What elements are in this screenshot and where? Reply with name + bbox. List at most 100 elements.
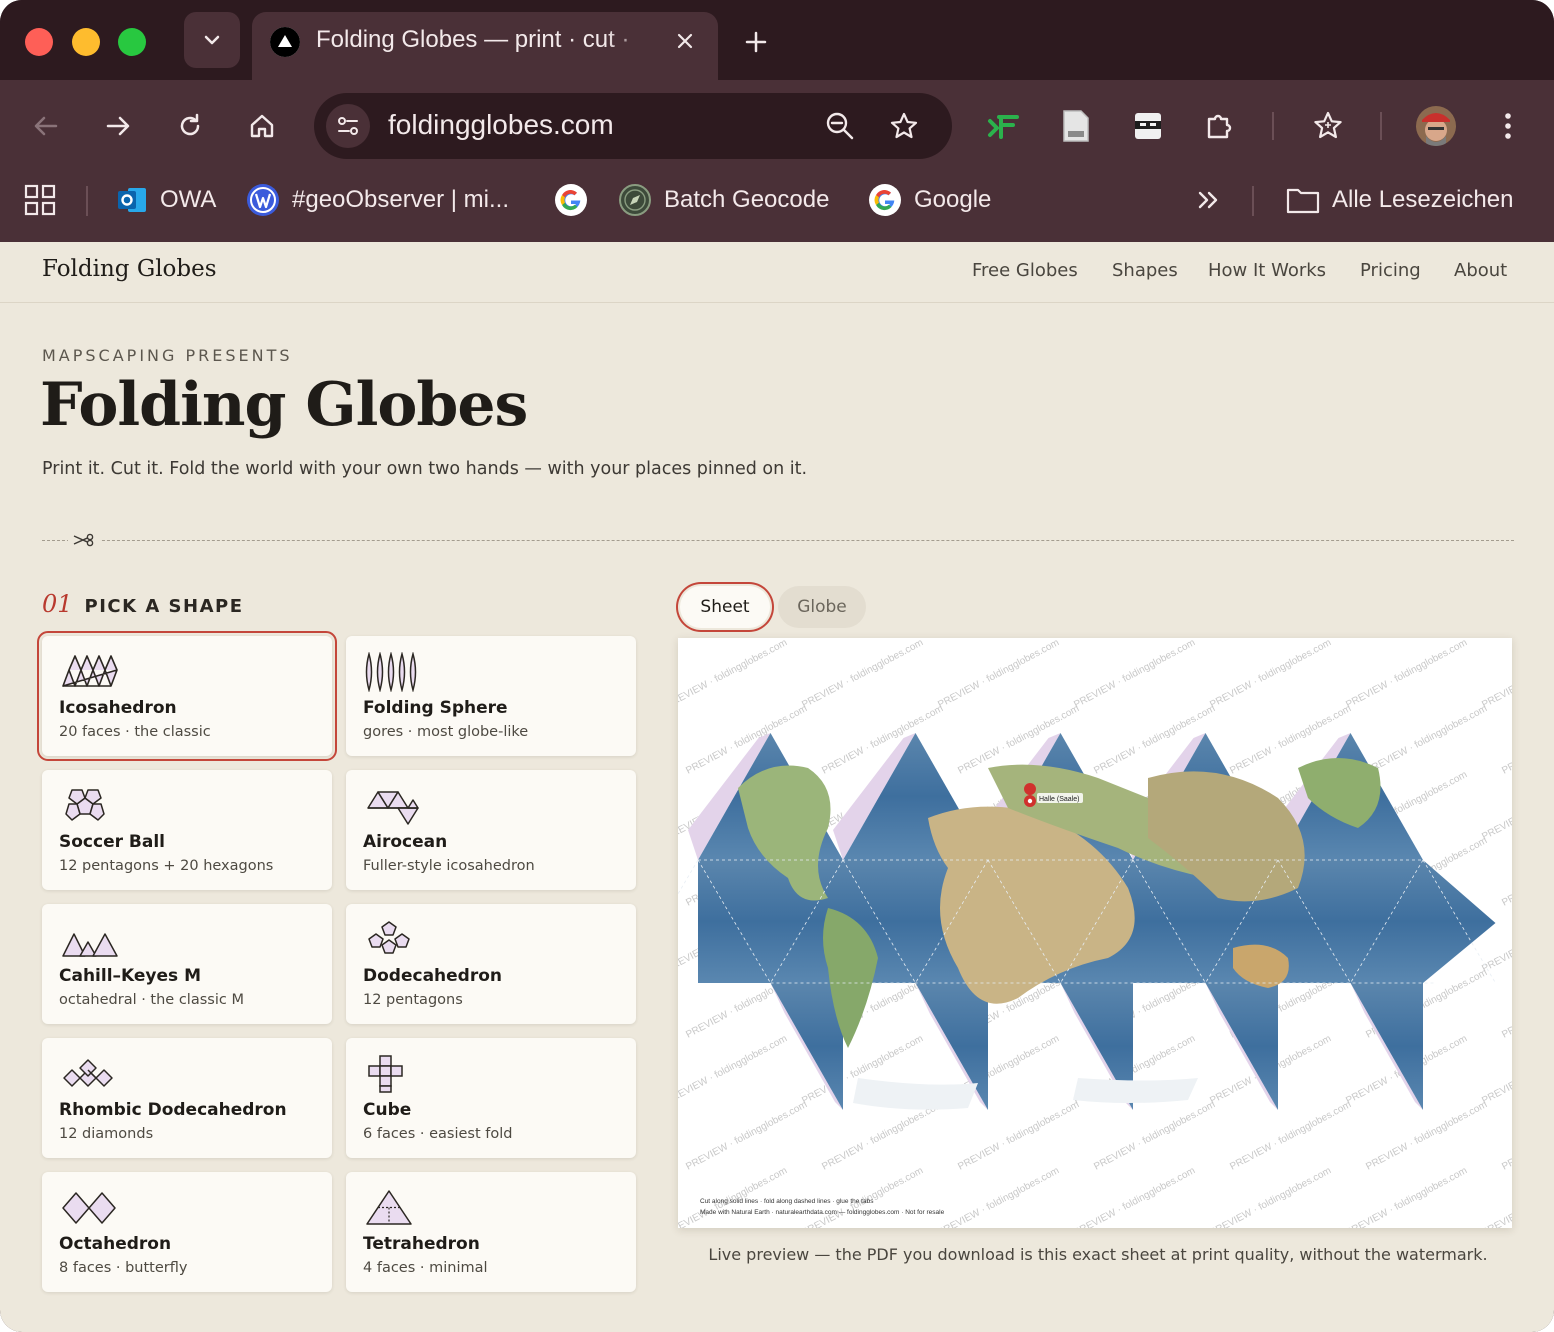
globe-view-tab[interactable]: Globe — [778, 586, 866, 628]
rhombic-dodecahedron-icon — [63, 1059, 113, 1087]
profile-avatar[interactable] — [1416, 106, 1456, 146]
site-brand[interactable]: Folding Globes — [42, 256, 217, 282]
apps-grid-icon — [24, 184, 56, 216]
watermark-text: PREVIEW · foldingglobes.com — [1364, 703, 1489, 776]
compass-icon — [619, 184, 651, 216]
bookmark-star-button[interactable] — [882, 104, 926, 148]
nav-about[interactable]: About — [1454, 260, 1507, 281]
minimize-window-button[interactable] — [72, 28, 100, 56]
dashed-cut-line — [42, 540, 1514, 541]
airocean-icon — [367, 791, 419, 825]
watermark-text: PREVIEW · foldingglobes.com — [1092, 1099, 1217, 1172]
watermark-text: PREVIEW · foldingglobes.com — [1072, 638, 1197, 711]
site-info-button[interactable] — [326, 104, 370, 148]
shape-card-cube[interactable]: Cube 6 faces · easiest fold — [346, 1038, 636, 1158]
puzzle-icon — [1207, 114, 1232, 139]
nav-pricing[interactable]: Pricing — [1360, 260, 1421, 281]
home-icon — [250, 114, 274, 138]
zoom-out-icon — [826, 112, 854, 140]
double-chevron-right-icon — [1198, 191, 1218, 209]
step-title: PICK A SHAPE — [84, 596, 244, 617]
bookmark-label: Batch Geocode — [664, 186, 830, 213]
new-tab-button[interactable] — [736, 22, 776, 62]
site-favicon-icon — [270, 27, 300, 57]
reload-button[interactable] — [168, 104, 212, 148]
shape-card-cahill-keyes[interactable]: Cahill–Keyes M octahedral · the classic … — [42, 904, 332, 1024]
tetrahedron-icon — [366, 1190, 412, 1225]
feedly-icon — [988, 115, 1019, 139]
apps-button[interactable] — [24, 182, 56, 218]
maximize-window-button[interactable] — [118, 28, 146, 56]
shape-card-airocean[interactable]: Airocean Fuller-style icosahedron — [346, 770, 636, 890]
shape-description: gores · most globe-like — [363, 724, 529, 740]
shape-name: Tetrahedron — [363, 1234, 480, 1254]
watermark-text: PREVIEW · foldingglobes.com — [1208, 638, 1333, 711]
address-bar[interactable]: foldingglobes.com — [314, 93, 952, 159]
tab-strip: Folding Globes — print · cut · — [0, 0, 1554, 82]
shape-card-soccer-ball[interactable]: Soccer Ball 12 pentagons + 20 hexagons — [42, 770, 332, 890]
shape-card-rhombic-dodecahedron[interactable]: Rhombic Dodecahedron 12 diamonds — [42, 1038, 332, 1158]
shape-card-icosahedron[interactable]: Icosahedron 20 faces · the classic — [37, 631, 337, 761]
google-icon — [555, 184, 587, 216]
bookmarks-separator — [1252, 186, 1254, 216]
shape-card-dodecahedron[interactable]: Dodecahedron 12 pentagons — [346, 904, 636, 1024]
shape-description: 20 faces · the classic — [59, 724, 211, 740]
bookmark-geoobserver[interactable]: #geoObserver | mi... — [246, 182, 509, 218]
tab-title-fade — [606, 24, 654, 58]
soccer-ball-icon — [65, 789, 105, 821]
watermark-text: PREVIEW · foldingglobes.com — [1500, 1099, 1512, 1172]
bookmark-google-icon-only[interactable] — [554, 182, 600, 218]
nav-how-it-works[interactable]: How It Works — [1208, 260, 1326, 281]
url-text[interactable]: foldingglobes.com — [388, 109, 614, 141]
bookmark-owa[interactable]: OWA — [116, 182, 216, 218]
watermark-text: PREVIEW · foldingglobes.com — [820, 1099, 945, 1172]
watermark-text: PREVIEW · foldingglobes.com — [1480, 769, 1512, 842]
cahill-keyes-icon — [62, 933, 118, 957]
bookmark-google[interactable]: Google — [868, 182, 991, 218]
watermark-text: PREVIEW · foldingglobes.com — [936, 1165, 1061, 1228]
shape-description: 12 diamonds — [59, 1126, 154, 1142]
nav-shapes[interactable]: Shapes — [1112, 260, 1178, 281]
active-tab[interactable]: Folding Globes — print · cut · — [252, 12, 718, 82]
back-button[interactable] — [24, 104, 68, 148]
reading-list-button[interactable] — [1306, 104, 1350, 148]
extensions-button[interactable] — [1198, 104, 1242, 148]
shape-card-octahedron[interactable]: Octahedron 8 faces · butterfly — [42, 1172, 332, 1292]
forward-button[interactable] — [96, 104, 140, 148]
extension-incognito-button[interactable] — [1126, 104, 1170, 148]
shape-name: Cube — [363, 1100, 412, 1120]
shape-card-folding-sphere[interactable]: Folding Sphere gores · most globe-like — [346, 636, 636, 756]
shape-description: 6 faces · easiest fold — [363, 1126, 513, 1142]
toolbar-separator — [1380, 112, 1382, 140]
bookmark-batch-geocode[interactable]: Batch Geocode — [618, 182, 829, 218]
tab-title: Folding Globes — print · cut · — [316, 26, 630, 53]
watermark-text: PREVIEW · foldingglobes.com — [1500, 967, 1512, 1040]
sphere-gores-icon — [365, 652, 417, 692]
close-window-button[interactable] — [25, 28, 53, 56]
site-header: Folding Globes Free Globes Shapes How It… — [0, 242, 1554, 303]
bookmarks-overflow-button[interactable] — [1194, 182, 1222, 218]
zoom-button[interactable] — [818, 104, 862, 148]
home-button[interactable] — [240, 104, 284, 148]
mask-icon — [1135, 113, 1161, 139]
shape-name: Icosahedron — [59, 698, 177, 718]
shape-description: Fuller-style icosahedron — [363, 858, 535, 874]
google-icon — [869, 184, 901, 216]
watermark-text: PREVIEW · foldingglobes.com — [1500, 835, 1512, 908]
tab-search-button[interactable] — [184, 12, 240, 68]
nav-free-globes[interactable]: Free Globes — [972, 260, 1078, 281]
watermark-text: PREVIEW · foldingglobes.com — [1480, 901, 1512, 974]
shape-name: Cahill–Keyes M — [59, 966, 202, 986]
extension-document-button[interactable] — [1054, 104, 1098, 148]
sheet-view-tab[interactable]: Sheet — [680, 586, 770, 628]
close-tab-button[interactable] — [670, 26, 700, 56]
arrow-left-icon — [34, 116, 58, 136]
all-bookmarks-button[interactable]: Alle Lesezeichen — [1286, 182, 1513, 218]
plus-icon — [745, 31, 767, 53]
pin-label: Halle (Saale) — [1039, 796, 1079, 803]
shape-name: Rhombic Dodecahedron — [59, 1100, 287, 1120]
shape-card-tetrahedron[interactable]: Tetrahedron 4 faces · minimal — [346, 1172, 636, 1292]
extension-feedly-button[interactable] — [982, 104, 1026, 148]
browser-menu-button[interactable] — [1486, 104, 1530, 148]
document-icon — [1063, 110, 1089, 142]
